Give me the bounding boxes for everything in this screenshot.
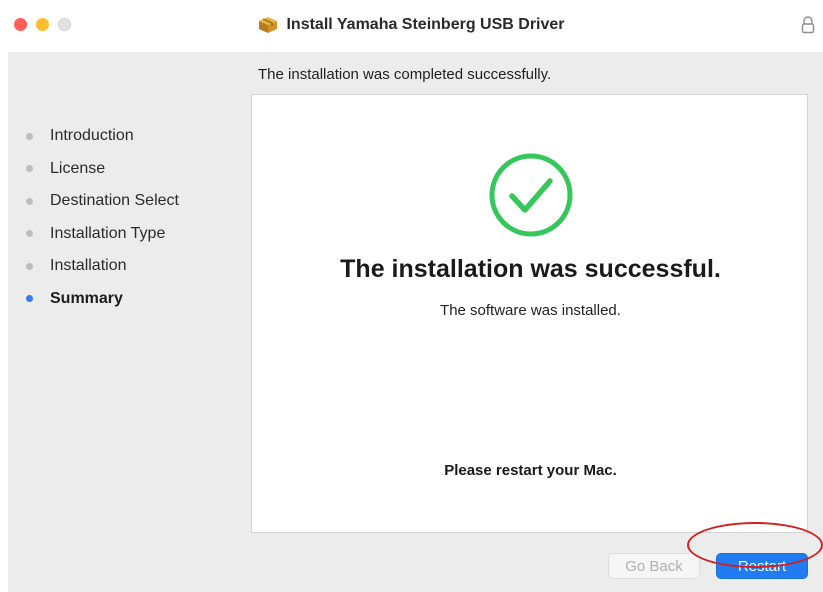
summary-panel: The installation was successful. The sof… xyxy=(251,94,808,533)
window-title-group: Install Yamaha Steinberg USB Driver xyxy=(0,14,823,36)
window-title: Install Yamaha Steinberg USB Driver xyxy=(286,16,565,33)
step-item-license: License xyxy=(26,153,179,186)
installer-window: Install Yamaha Steinberg USB Driver The … xyxy=(0,0,823,592)
status-heading: The installation was completed successfu… xyxy=(258,66,552,83)
step-bullet-icon xyxy=(26,197,33,205)
step-label: License xyxy=(50,159,106,177)
step-bullet-icon xyxy=(26,132,33,140)
step-item-installation: Installation xyxy=(26,250,179,283)
step-bullet-icon xyxy=(26,165,33,173)
step-item-destination-select: Destination Select xyxy=(26,185,179,218)
step-list: Introduction License Destination Select … xyxy=(26,120,179,315)
step-label: Destination Select xyxy=(50,192,179,210)
success-title: The installation was successful. xyxy=(340,255,721,283)
step-bullet-icon xyxy=(26,262,33,270)
step-label: Installation Type xyxy=(50,224,166,242)
step-item-installation-type: Installation Type xyxy=(26,218,179,251)
success-subtitle: The software was installed. xyxy=(440,302,621,319)
step-label: Installation xyxy=(50,257,127,275)
installer-content: The installation was completed successfu… xyxy=(8,52,823,592)
restart-note: Please restart your Mac. xyxy=(444,462,617,479)
go-back-button[interactable]: Go Back xyxy=(608,553,700,579)
step-bullet-active-icon xyxy=(26,295,33,303)
package-icon xyxy=(259,17,278,33)
step-label: Summary xyxy=(50,289,123,307)
restart-button[interactable]: Restart xyxy=(716,553,808,579)
step-bullet-icon xyxy=(26,230,33,238)
step-item-introduction: Introduction xyxy=(26,120,179,153)
step-label: Introduction xyxy=(50,127,134,145)
step-item-summary: Summary xyxy=(26,283,179,316)
checkmark-circle-icon xyxy=(489,153,573,237)
lock-icon xyxy=(801,16,815,34)
title-bar: Install Yamaha Steinberg USB Driver xyxy=(0,0,823,52)
